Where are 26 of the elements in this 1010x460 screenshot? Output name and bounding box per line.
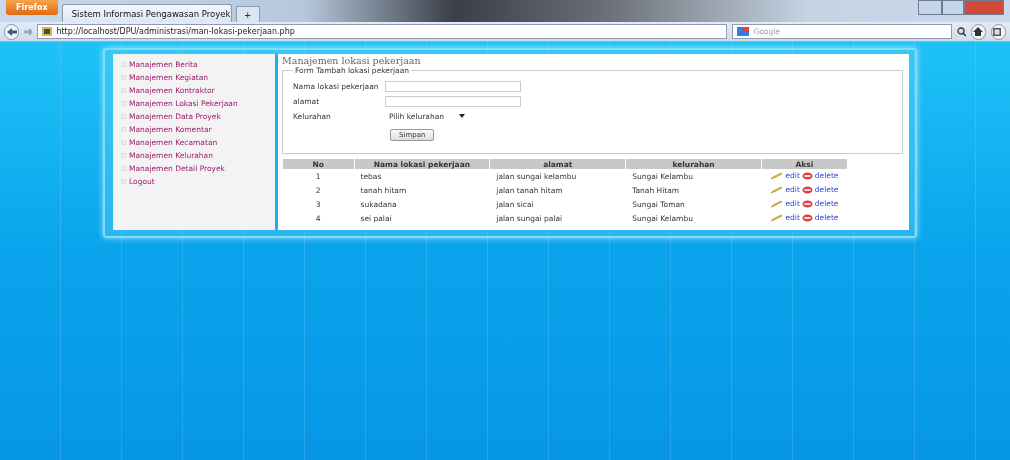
pencil-icon — [770, 199, 784, 208]
window-icon — [993, 27, 1004, 36]
pencil-icon — [770, 171, 784, 180]
delete-icon — [801, 213, 813, 222]
forward-icon[interactable] — [24, 27, 33, 36]
search-engine-icon — [737, 27, 750, 36]
pencil-icon — [770, 185, 784, 194]
tab-title: Sistem Informasi Pengawasan Proyek — [71, 8, 231, 19]
maximize-button[interactable] — [942, 0, 964, 15]
browser-tab[interactable]: Sistem Informasi Pengawasan Proyek — [61, 4, 232, 22]
delete-icon — [801, 199, 813, 208]
back-button[interactable] — [4, 23, 20, 40]
page-icon — [42, 27, 53, 36]
search-icon[interactable] — [957, 26, 966, 37]
home-button[interactable] — [970, 23, 986, 40]
input-field[interactable] — [385, 80, 521, 92]
caret-icon — [459, 114, 465, 118]
delete-icon — [801, 185, 813, 194]
input-field[interactable] — [385, 95, 521, 107]
new-tab-button[interactable]: + — [235, 6, 260, 22]
pencil-icon — [770, 213, 784, 222]
address-bar[interactable]: http://localhost/DPU/administrasi/man-lokasi-pekerjaan.php — [37, 24, 728, 39]
menu-button[interactable] — [990, 23, 1006, 40]
page-title: Manajemen lokasi pekerjaan — [282, 56, 422, 66]
delete-icon — [801, 171, 813, 180]
minimize-button[interactable] — [918, 0, 942, 15]
